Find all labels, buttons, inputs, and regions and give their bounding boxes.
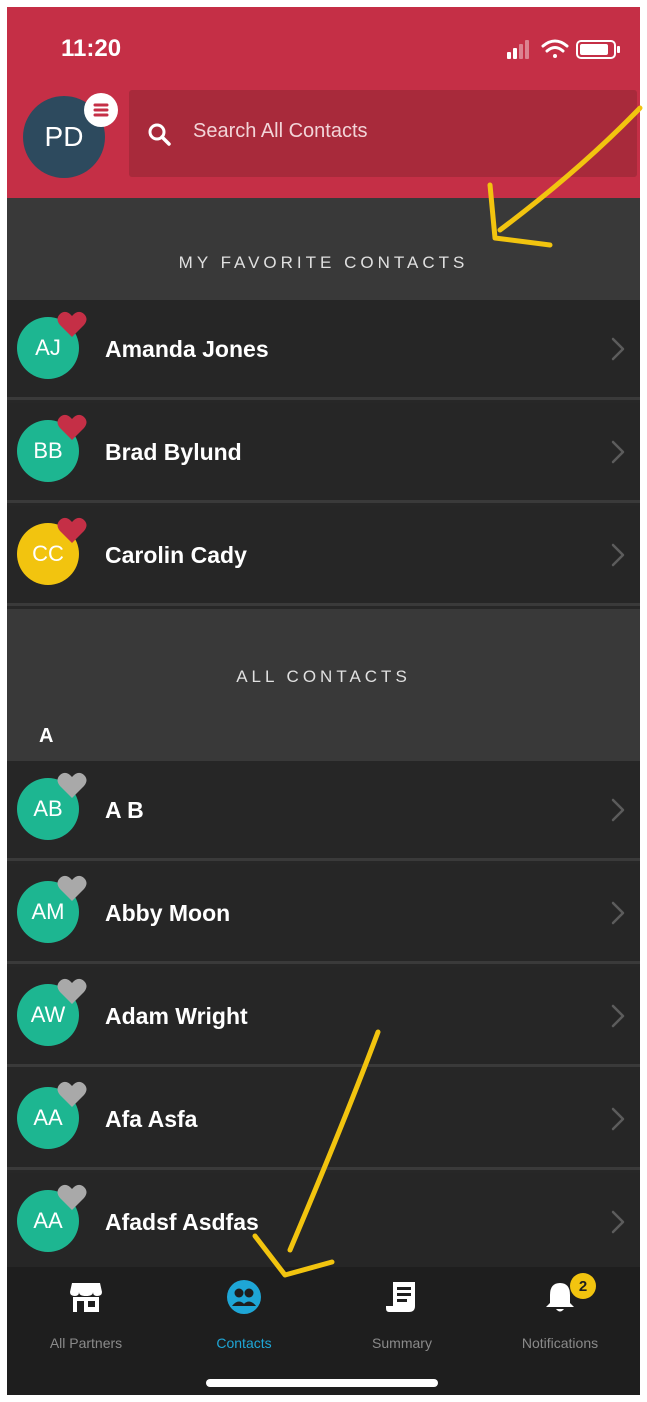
chevron-right-icon <box>611 1107 625 1131</box>
tab-label: Summary <box>372 1335 432 1351</box>
chevron-right-icon <box>611 337 625 361</box>
tab-summary[interactable]: Summary <box>323 1267 481 1357</box>
favorites-section-header: MY FAVORITE CONTACTS <box>7 198 640 300</box>
all-contacts-title: ALL CONTACTS <box>236 667 411 686</box>
chevron-right-icon <box>611 901 625 925</box>
tab-label: Notifications <box>521 1335 599 1351</box>
search-bar[interactable]: Search All Contacts <box>129 90 637 177</box>
contact-name: Afa Asfa <box>105 1106 198 1132</box>
favorite-heart-icon[interactable] <box>57 1080 87 1108</box>
battery-icon <box>576 40 620 59</box>
favorites-title: MY FAVORITE CONTACTS <box>178 253 469 272</box>
favorite-heart-icon[interactable] <box>57 516 87 544</box>
contact-name: Abby Moon <box>105 900 231 926</box>
contact-row[interactable]: CC Carolin Cady <box>7 506 640 606</box>
chevron-right-icon <box>611 1210 625 1234</box>
contact-row[interactable]: AA Afa Asfa <box>7 1070 640 1170</box>
favorite-heart-icon[interactable] <box>57 1183 87 1211</box>
favorite-heart-icon[interactable] <box>57 310 87 338</box>
profile-avatar-initials: PD <box>44 121 84 152</box>
notification-count-badge: 2 <box>570 1273 596 1299</box>
favorite-heart-icon[interactable] <box>57 413 87 441</box>
chevron-right-icon <box>611 440 625 464</box>
tab-all-partners[interactable]: All Partners <box>7 1267 165 1357</box>
favorite-heart-icon[interactable] <box>57 771 87 799</box>
search-icon <box>148 123 171 146</box>
app-screen: 11:20 PD Search All Contacts MY FAVORITE… <box>7 7 640 1395</box>
home-indicator[interactable] <box>206 1379 438 1387</box>
status-time: 11:20 <box>61 35 122 62</box>
contact-row[interactable]: AW Adam Wright <box>7 967 640 1067</box>
contact-row[interactable]: AJ Amanda Jones <box>7 300 640 400</box>
contact-name: Carolin Cady <box>105 542 247 568</box>
contact-row[interactable]: AM Abby Moon <box>7 864 640 964</box>
contact-row[interactable]: BB Brad Bylund <box>7 403 640 503</box>
store-icon <box>70 1283 102 1312</box>
contact-name: Amanda Jones <box>105 336 269 362</box>
contact-name: Adam Wright <box>105 1003 248 1029</box>
tab-bar: All Partners Contacts Summary 2 Notifica… <box>7 1267 640 1395</box>
tab-notifications[interactable]: 2 Notifications <box>481 1267 639 1357</box>
summary-icon <box>386 1282 415 1312</box>
contact-name: A B <box>105 797 144 823</box>
tab-label: Contacts <box>216 1335 272 1351</box>
all-contacts-section-header: ALL CONTACTS A <box>7 609 640 761</box>
tab-contacts[interactable]: Contacts <box>165 1267 323 1357</box>
contacts-icon <box>227 1280 261 1314</box>
tab-label: All Partners <box>49 1335 123 1351</box>
chevron-right-icon <box>611 798 625 822</box>
menu-lines-icon <box>93 103 109 117</box>
contact-row[interactable]: AA Afadsf Asdfas <box>7 1173 640 1273</box>
favorite-heart-icon[interactable] <box>57 874 87 902</box>
search-placeholder: Search All Contacts <box>193 120 368 142</box>
chevron-right-icon <box>611 543 625 567</box>
status-icons <box>507 39 620 59</box>
contact-name: Brad Bylund <box>105 439 242 465</box>
wifi-icon <box>541 39 569 58</box>
app-header: 11:20 PD Search All Contacts <box>7 7 640 198</box>
contact-row[interactable]: AB A B <box>7 761 640 861</box>
contact-name: Afadsf Asdfas <box>105 1209 259 1235</box>
chevron-right-icon <box>611 1004 625 1028</box>
signal-icon <box>507 40 529 59</box>
section-letter: A <box>39 725 58 747</box>
menu-icon[interactable] <box>84 93 118 127</box>
favorite-heart-icon[interactable] <box>57 977 87 1005</box>
